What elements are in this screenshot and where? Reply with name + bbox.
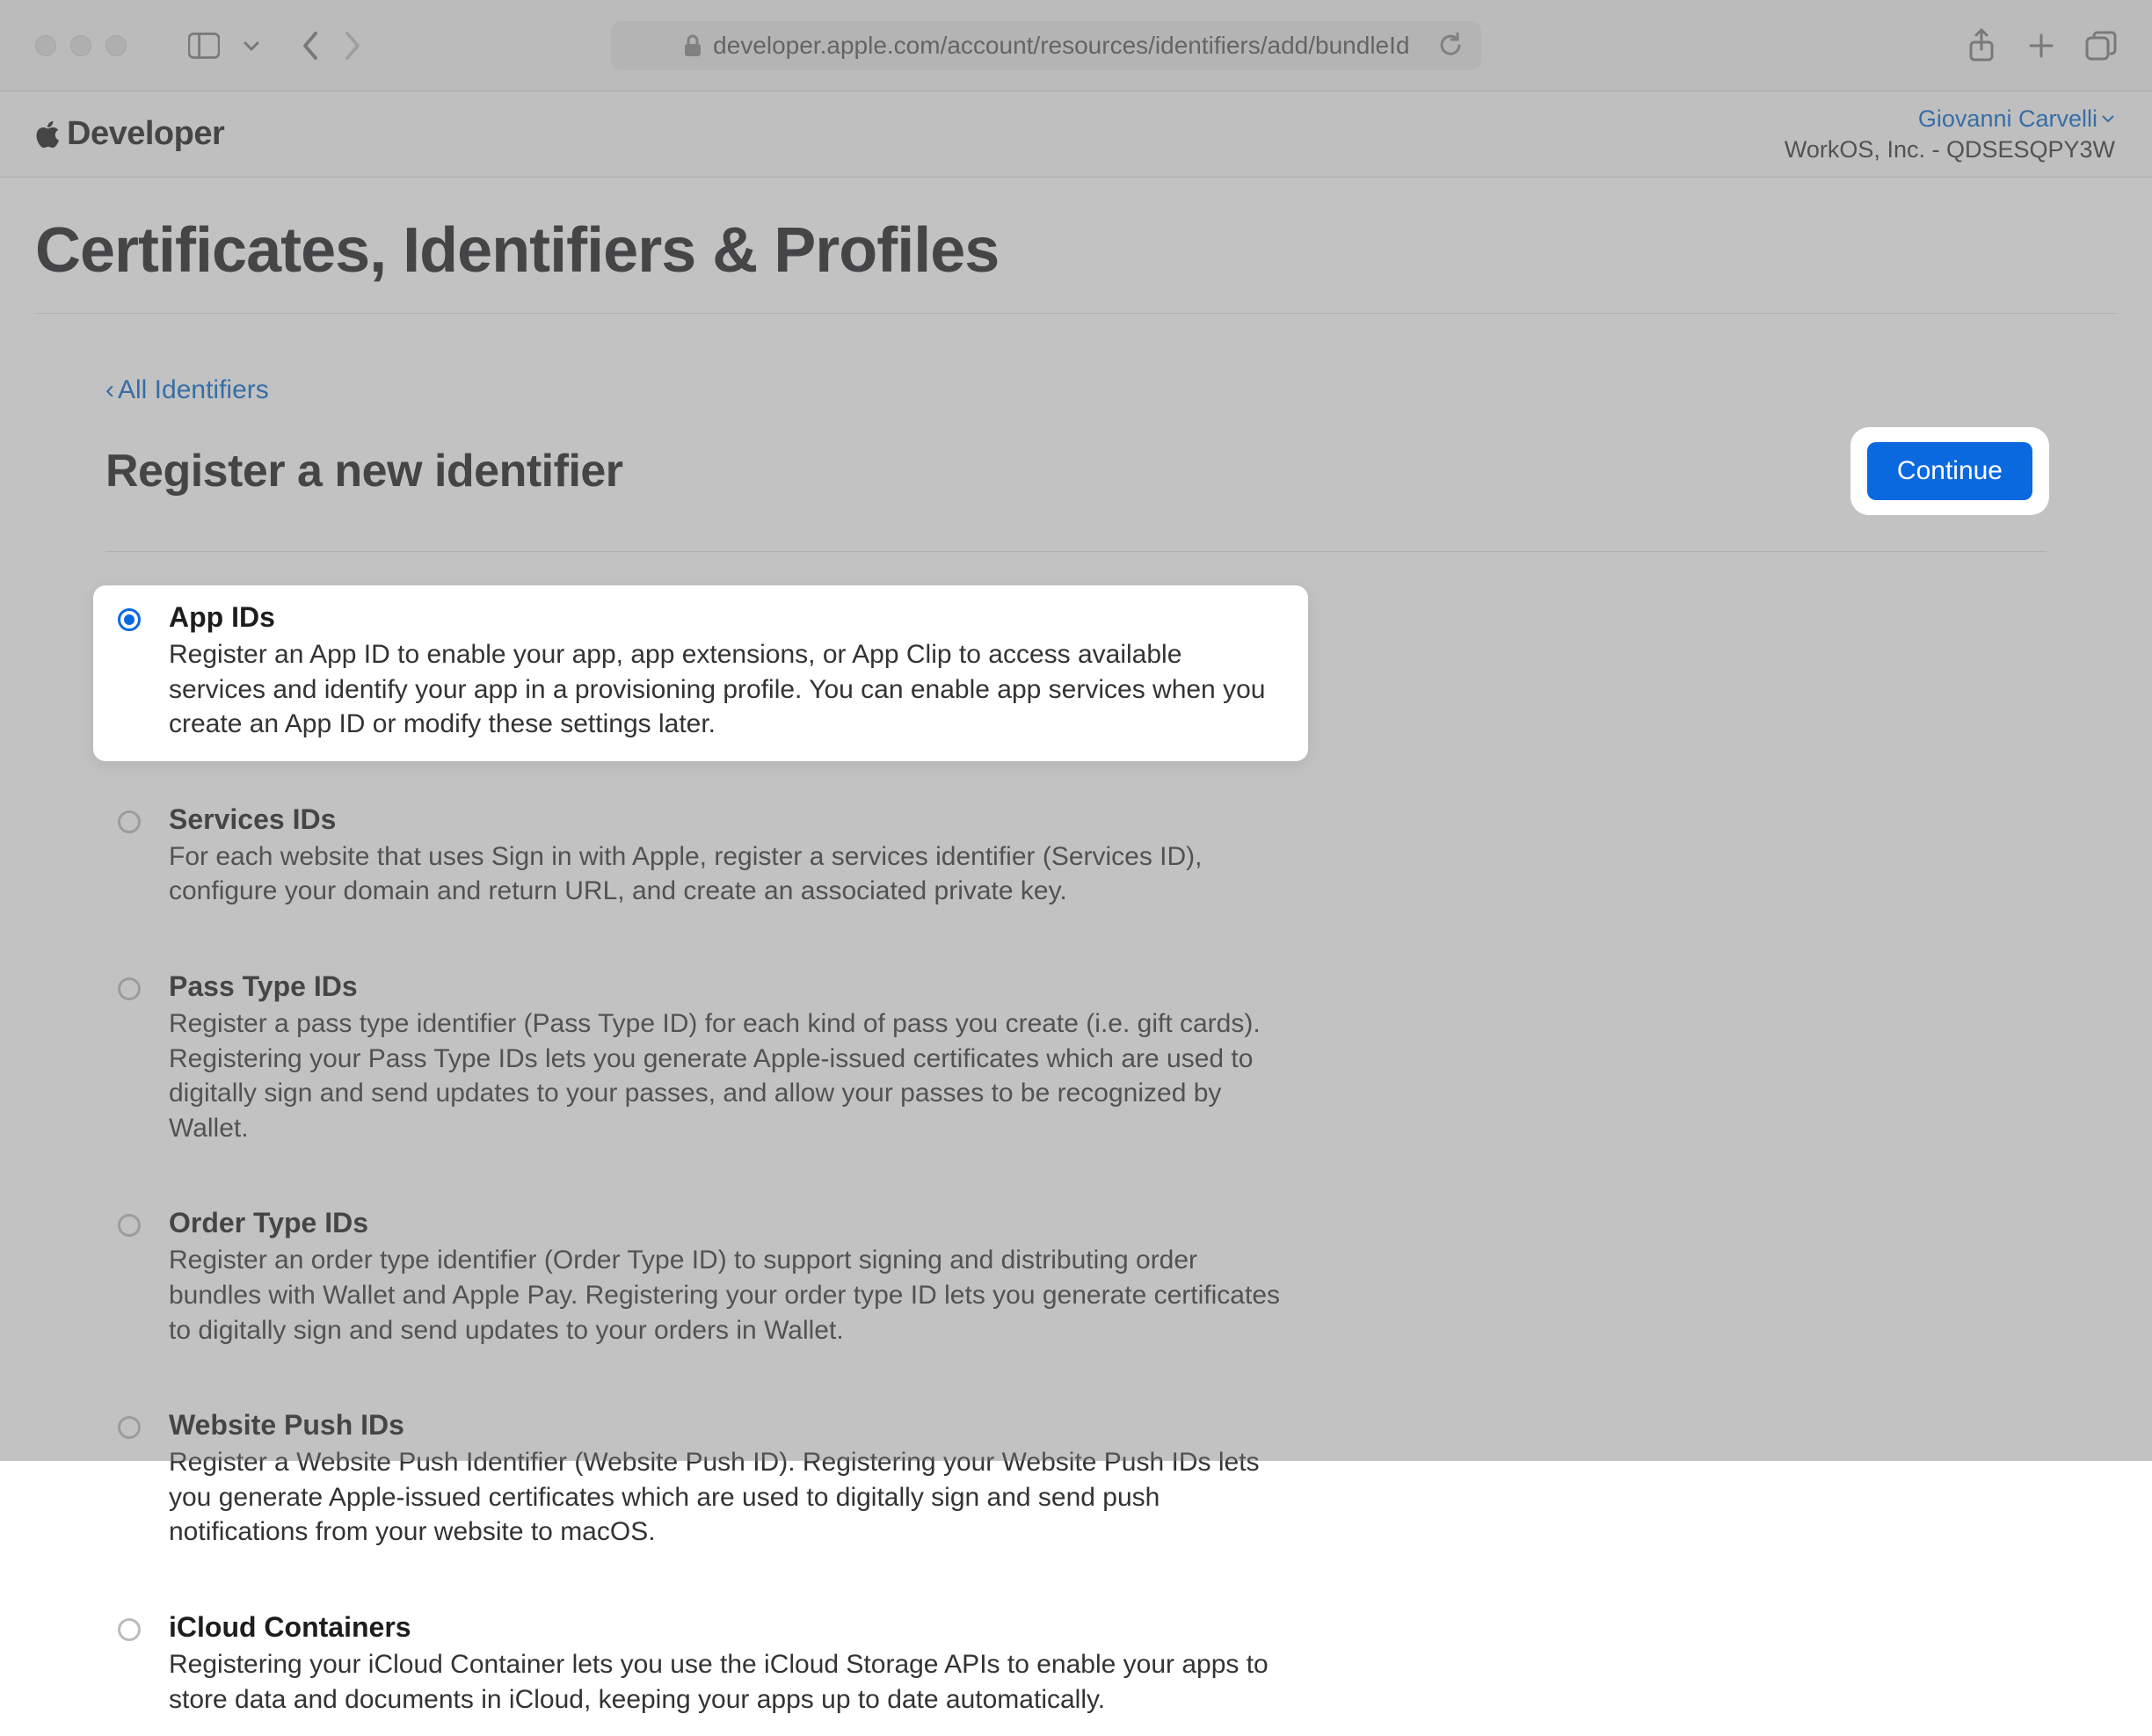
sidebar-toggle-group	[188, 30, 267, 62]
identifier-options-list: App IDsRegister an App ID to enable your…	[105, 552, 2047, 1736]
section-title: Register a new identifier	[105, 445, 623, 498]
option-body: Order Type IDs Register an order type ide…	[169, 1207, 2022, 1347]
page-title: Certificates, Identifiers & Profiles	[35, 178, 2117, 314]
identifier-option[interactable]: Pass Type IDsRegister a pass type identi…	[105, 955, 2047, 1165]
forward-button[interactable]	[338, 30, 369, 62]
option-title: Services IDs	[169, 803, 2022, 836]
breadcrumb-text: All Identifiers	[118, 375, 269, 405]
tabs-icon[interactable]	[2085, 30, 2117, 62]
option-description: Register a pass type identifier (Pass Ty…	[169, 1006, 1294, 1145]
option-body: Pass Type IDsRegister a pass type identi…	[169, 970, 2022, 1145]
option-title: Order Type IDs	[169, 1207, 2022, 1239]
apple-logo-icon	[33, 118, 62, 151]
chevron-left-icon: ‹	[105, 375, 114, 405]
back-button[interactable]	[294, 30, 325, 62]
radio-button[interactable]	[118, 810, 141, 833]
chevron-down-icon[interactable]	[236, 30, 267, 62]
radio-button[interactable]	[118, 608, 141, 631]
lock-icon	[683, 33, 702, 58]
account-org-text: WorkOS, Inc. - QDSESQPY3W	[1785, 136, 2115, 163]
account-info: Giovanni Carvelli WorkOS, Inc. - QDSESQP…	[1785, 105, 2115, 163]
identifier-option[interactable]: iCloud ContainersRegistering your iCloud…	[105, 1595, 2047, 1736]
url-bar[interactable]: developer.apple.com/account/resources/id…	[611, 21, 1481, 70]
url-text: developer.apple.com/account/resources/id…	[713, 32, 1409, 60]
radio-button[interactable]	[118, 1618, 141, 1641]
option-description: Registering your iCloud Container lets y…	[169, 1647, 1294, 1717]
option-body: Website Push IDsRegister a Website Push …	[169, 1409, 2022, 1550]
identifier-option[interactable]: App IDsRegister an App ID to enable your…	[93, 585, 1308, 761]
option-body: iCloud ContainersRegistering your iCloud…	[169, 1611, 2022, 1717]
new-tab-icon[interactable]	[2025, 30, 2057, 62]
browser-chrome: developer.apple.com/account/resources/id…	[0, 0, 2152, 91]
developer-brand-text: Developer	[67, 115, 224, 153]
radio-button[interactable]	[118, 1214, 141, 1237]
breadcrumb-back-link[interactable]: ‹ All Identifiers	[105, 375, 2047, 405]
identifier-option[interactable]: Website Push IDsRegister a Website Push …	[105, 1393, 2047, 1569]
right-toolbar	[1966, 30, 2117, 62]
option-title: App IDs	[169, 601, 1283, 634]
developer-logo[interactable]: Developer	[33, 115, 224, 153]
option-description: Register an App ID to enable your app, a…	[169, 637, 1283, 742]
content-wrapper: ‹ All Identifiers Register a new identif…	[35, 314, 2117, 1736]
account-name-text: Giovanni Carvelli	[1918, 105, 2097, 133]
option-body: App IDsRegister an App ID to enable your…	[169, 601, 1283, 742]
developer-header: Developer Giovanni Carvelli WorkOS, Inc.…	[0, 91, 2152, 178]
continue-highlight: Continue	[1853, 430, 2047, 512]
window-maximize-button[interactable]	[105, 35, 127, 56]
reload-icon[interactable]	[1439, 33, 1464, 59]
main-content: Certificates, Identifiers & Profiles ‹ A…	[0, 178, 2152, 1736]
identifier-option[interactable]: Order Type IDs Register an order type ide…	[105, 1191, 2047, 1367]
nav-arrows	[294, 30, 369, 62]
share-icon[interactable]	[1966, 30, 1997, 62]
identifier-option[interactable]: Services IDsFor each website that uses S…	[105, 788, 2047, 928]
section-header: Register a new identifier Continue	[105, 405, 2047, 552]
option-title: iCloud Containers	[169, 1611, 2022, 1644]
option-title: Pass Type IDs	[169, 970, 2022, 1003]
sidebar-icon[interactable]	[188, 30, 220, 62]
option-title: Website Push IDs	[169, 1409, 2022, 1442]
radio-button[interactable]	[118, 977, 141, 1000]
window-minimize-button[interactable]	[70, 35, 91, 56]
option-description: Register an order type identifier (Order…	[169, 1243, 1294, 1347]
option-description: For each website that uses Sign in with …	[169, 839, 1294, 909]
option-body: Services IDsFor each website that uses S…	[169, 803, 2022, 909]
continue-button[interactable]: Continue	[1867, 442, 2032, 500]
window-close-button[interactable]	[35, 35, 56, 56]
radio-button[interactable]	[118, 1416, 141, 1439]
chevron-down-icon	[2101, 113, 2115, 124]
window-controls	[35, 35, 127, 56]
account-name-dropdown[interactable]: Giovanni Carvelli	[1785, 105, 2115, 133]
